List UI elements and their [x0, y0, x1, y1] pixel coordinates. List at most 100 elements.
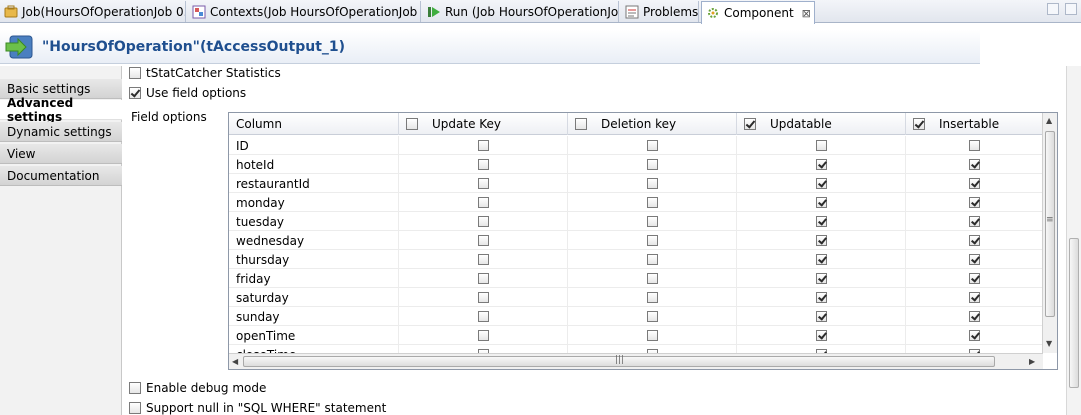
deletion-key-cell[interactable] [568, 193, 737, 212]
update-key-checkbox[interactable] [477, 292, 489, 303]
panel-vertical-scrollbar[interactable] [1066, 66, 1081, 415]
updatable-checkbox[interactable] [815, 216, 827, 227]
nav-view[interactable]: View [0, 144, 122, 164]
nav-documentation[interactable]: Documentation [0, 166, 122, 186]
insertable-checkbox[interactable] [968, 254, 980, 265]
update-key-cell[interactable] [399, 288, 568, 307]
insertable-checkbox[interactable] [968, 292, 980, 303]
column-header[interactable]: Updatable [737, 113, 906, 135]
updatable-checkbox[interactable] [815, 292, 827, 303]
support-null-option[interactable]: Support null in "SQL WHERE" statement [129, 401, 386, 415]
deletion-key-checkbox[interactable] [646, 254, 658, 265]
deletion-key-checkbox[interactable] [646, 273, 658, 284]
insertable-cell[interactable] [906, 307, 1043, 326]
insertable-checkbox[interactable] [968, 197, 980, 208]
insertable-checkbox[interactable] [968, 311, 980, 322]
deletion-key-checkbox[interactable] [646, 140, 658, 151]
table-row[interactable]: ID [229, 136, 1043, 155]
tab-component[interactable]: Component ⊠ [701, 1, 815, 24]
table-row[interactable]: openTime [229, 326, 1043, 345]
deletion-key-cell[interactable] [568, 155, 737, 174]
deletion-key-checkbox[interactable] [646, 159, 658, 170]
column-header[interactable]: Column [229, 113, 399, 135]
table-row[interactable]: hoteId [229, 155, 1043, 174]
updatable-cell[interactable] [737, 288, 906, 307]
updatable-cell[interactable] [737, 136, 906, 155]
update-key-checkbox[interactable] [477, 330, 489, 341]
panel-scroll-thumb[interactable] [1069, 238, 1079, 388]
insertable-cell[interactable] [906, 136, 1043, 155]
deletion-key-cell[interactable] [568, 212, 737, 231]
deletion-key-checkbox[interactable] [646, 178, 658, 189]
deletion-key-checkbox[interactable] [646, 216, 658, 227]
updatable-checkbox[interactable] [815, 330, 827, 341]
update-key-cell[interactable] [399, 212, 568, 231]
table-row[interactable]: friday [229, 269, 1043, 288]
updatable-checkbox[interactable] [815, 235, 827, 246]
table-row[interactable]: tuesday [229, 212, 1043, 231]
insertable-checkbox[interactable] [968, 159, 980, 170]
updatable-cell[interactable] [737, 326, 906, 345]
scroll-right-icon[interactable]: ▶ [1029, 357, 1035, 366]
update-key-checkbox[interactable] [477, 311, 489, 322]
update-key-checkbox[interactable] [477, 273, 489, 284]
table-row[interactable]: sunday [229, 307, 1043, 326]
update-key-cell[interactable] [399, 307, 568, 326]
updatable-checkbox[interactable] [815, 273, 827, 284]
scroll-down-icon[interactable]: ▼ [1046, 339, 1052, 348]
insertable-cell[interactable] [906, 174, 1043, 193]
insertable-checkbox[interactable] [968, 216, 980, 227]
deletion-key-checkbox[interactable] [646, 330, 658, 341]
scroll-up-icon[interactable]: ▲ [1046, 116, 1052, 125]
column-select-all-checkbox[interactable] [406, 118, 418, 130]
insertable-checkbox[interactable] [968, 178, 980, 189]
table-row[interactable]: thursday [229, 250, 1043, 269]
nav-dynamic-settings[interactable]: Dynamic settings [0, 122, 122, 142]
deletion-key-cell[interactable] [568, 288, 737, 307]
updatable-cell[interactable] [737, 212, 906, 231]
updatable-checkbox[interactable] [815, 159, 827, 170]
update-key-cell[interactable] [399, 136, 568, 155]
update-key-cell[interactable] [399, 231, 568, 250]
deletion-key-cell[interactable] [568, 269, 737, 288]
table-row[interactable]: monday [229, 193, 1043, 212]
table-horizontal-scrollbar[interactable]: ◀ ||| ▶ [229, 353, 1043, 369]
enable-debug-checkbox[interactable] [129, 382, 141, 394]
deletion-key-checkbox[interactable] [646, 235, 658, 246]
column-header[interactable]: Insertable [906, 113, 1043, 135]
column-header[interactable]: Update Key [399, 113, 568, 135]
updatable-checkbox[interactable] [815, 178, 827, 189]
deletion-key-cell[interactable] [568, 250, 737, 269]
updatable-cell[interactable] [737, 250, 906, 269]
update-key-checkbox[interactable] [477, 216, 489, 227]
minimize-icon[interactable] [1047, 3, 1059, 15]
deletion-key-cell[interactable] [568, 136, 737, 155]
deletion-key-cell[interactable] [568, 307, 737, 326]
updatable-cell[interactable] [737, 269, 906, 288]
update-key-cell[interactable] [399, 174, 568, 193]
column-select-all-checkbox[interactable] [744, 118, 756, 130]
tab-run[interactable]: Run (Job HoursOfOperationJob) [423, 1, 619, 22]
tab-problems[interactable]: Problems [621, 1, 699, 22]
updatable-checkbox[interactable] [815, 311, 827, 322]
deletion-key-cell[interactable] [568, 326, 737, 345]
insertable-cell[interactable] [906, 269, 1043, 288]
tab-contexts[interactable]: Contexts(Job HoursOfOperationJob 0.1) [188, 1, 421, 22]
scroll-left-icon[interactable]: ◀ [232, 357, 238, 366]
update-key-checkbox[interactable] [477, 235, 489, 246]
stat-catcher-option[interactable]: tStatCatcher Statistics [129, 66, 281, 80]
insertable-cell[interactable] [906, 250, 1043, 269]
table-row[interactable]: wednesday [229, 231, 1043, 250]
insertable-checkbox[interactable] [968, 330, 980, 341]
insertable-checkbox[interactable] [968, 273, 980, 284]
column-select-all-checkbox[interactable] [575, 118, 587, 130]
updatable-checkbox[interactable] [815, 197, 827, 208]
deletion-key-checkbox[interactable] [646, 311, 658, 322]
updatable-cell[interactable] [737, 231, 906, 250]
updatable-cell[interactable] [737, 174, 906, 193]
insertable-checkbox[interactable] [968, 235, 980, 246]
insertable-cell[interactable] [906, 212, 1043, 231]
maximize-icon[interactable] [1065, 3, 1077, 15]
support-null-checkbox[interactable] [129, 402, 141, 414]
deletion-key-cell[interactable] [568, 174, 737, 193]
